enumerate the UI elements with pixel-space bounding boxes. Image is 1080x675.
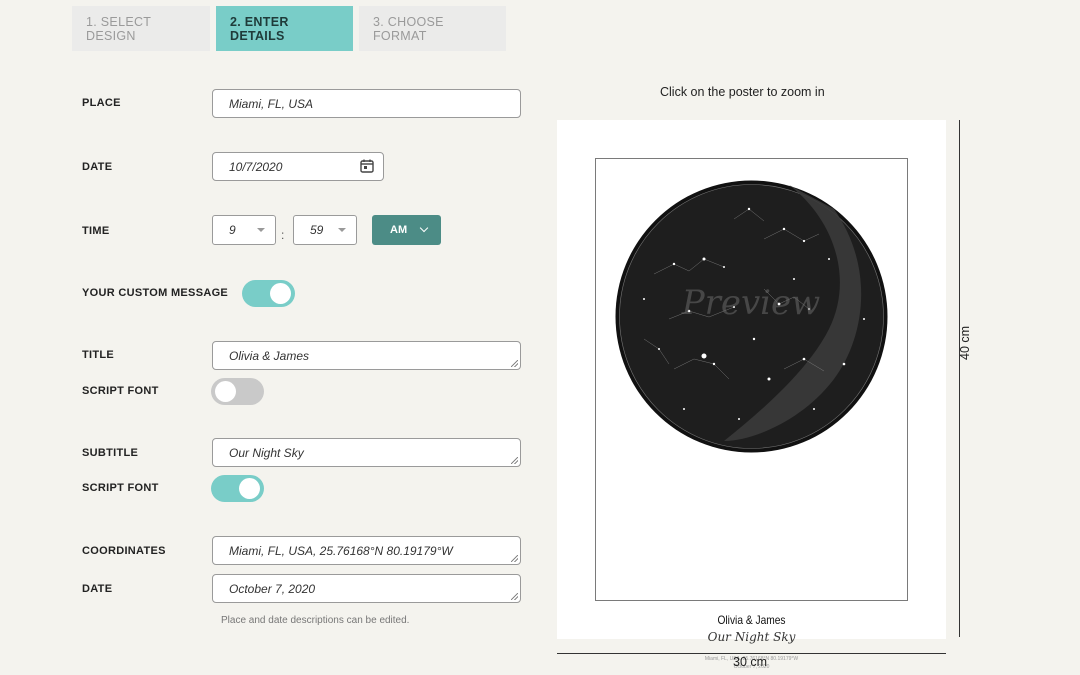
coordinates-label: COORDINATES bbox=[82, 545, 166, 557]
toggle-knob bbox=[239, 478, 260, 499]
date-input[interactable]: 10/7/2020 bbox=[212, 152, 384, 181]
zoom-hint: Click on the poster to zoom in bbox=[660, 85, 825, 99]
height-dimension-label: 40 cm bbox=[958, 325, 972, 360]
step-tabs: 1. SELECT DESIGN 2. ENTER DETAILS 3. CHO… bbox=[72, 6, 506, 51]
date-description-label: DATE bbox=[82, 583, 113, 595]
date-label: DATE bbox=[82, 161, 113, 173]
height-dimension-line bbox=[959, 120, 960, 637]
subtitle-input[interactable]: Our Night Sky bbox=[212, 438, 521, 467]
title-input[interactable]: Olivia & James bbox=[212, 341, 521, 370]
star-map[interactable]: Preview bbox=[614, 179, 889, 454]
chevron-down-icon bbox=[257, 228, 265, 232]
time-separator: : bbox=[281, 228, 285, 242]
poster-subtitle: Our Night Sky bbox=[707, 630, 796, 644]
title-label: TITLE bbox=[82, 349, 115, 361]
place-label: PLACE bbox=[82, 97, 121, 109]
edit-note: Place and date descriptions can be edite… bbox=[221, 615, 410, 626]
calendar-icon[interactable] bbox=[359, 158, 375, 174]
custom-message-toggle[interactable] bbox=[242, 280, 295, 307]
subtitle-script-font-toggle[interactable] bbox=[211, 475, 264, 502]
subtitle-label: SUBTITLE bbox=[82, 447, 139, 459]
title-script-font-toggle[interactable] bbox=[211, 378, 264, 405]
width-dimension-label: 30 cm bbox=[733, 655, 768, 669]
preview-watermark: Preview bbox=[681, 283, 821, 323]
ampm-select[interactable]: AM bbox=[372, 215, 441, 245]
poster-title: Olivia & James bbox=[717, 613, 786, 627]
date-description-input[interactable]: October 7, 2020 bbox=[212, 574, 521, 603]
coordinates-input[interactable]: Miami, FL, USA, 25.76168°N 80.19179°W bbox=[212, 536, 521, 565]
minute-value: 59 bbox=[310, 223, 324, 237]
ampm-value: AM bbox=[390, 224, 408, 236]
chevron-down-icon bbox=[419, 223, 429, 233]
place-input[interactable]: Miami, FL, USA bbox=[212, 89, 521, 118]
time-label: TIME bbox=[82, 225, 110, 237]
chevron-down-icon bbox=[338, 228, 346, 232]
title-script-font-label: SCRIPT FONT bbox=[82, 385, 159, 397]
hour-value: 9 bbox=[229, 223, 236, 237]
hour-select[interactable]: 9 bbox=[212, 215, 276, 245]
width-dimension-line bbox=[557, 653, 946, 654]
tab-select-design[interactable]: 1. SELECT DESIGN bbox=[72, 6, 210, 51]
date-value: 10/7/2020 bbox=[229, 159, 283, 174]
toggle-knob bbox=[270, 283, 291, 304]
tab-choose-format[interactable]: 3. CHOOSE FORMAT bbox=[359, 6, 506, 51]
subtitle-script-font-label: SCRIPT FONT bbox=[82, 482, 159, 494]
minute-select[interactable]: 59 bbox=[293, 215, 357, 245]
custom-message-label: YOUR CUSTOM MESSAGE bbox=[82, 287, 229, 299]
tab-enter-details[interactable]: 2. ENTER DETAILS bbox=[216, 6, 353, 51]
toggle-knob bbox=[215, 381, 236, 402]
